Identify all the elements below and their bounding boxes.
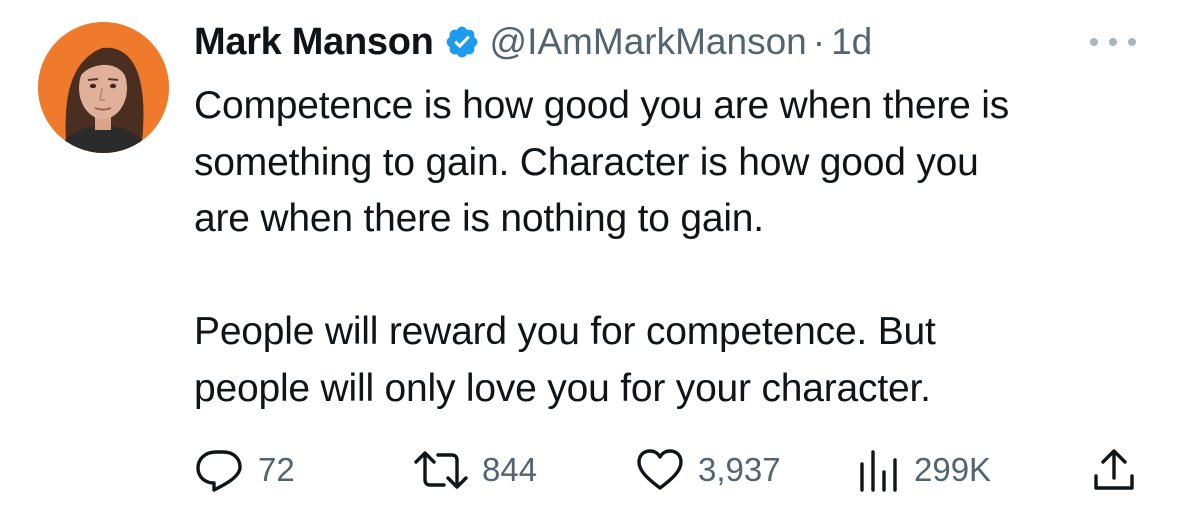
tweet-text-line: something to gain. Character is how good… <box>194 140 979 184</box>
verified-badge-icon[interactable] <box>444 24 480 60</box>
views-icon <box>860 450 897 492</box>
retweet-button[interactable]: 844 <box>412 446 537 494</box>
more-dot <box>1090 38 1098 46</box>
share-button[interactable] <box>1090 446 1138 494</box>
tweet-text-line: Competence is how good you are when ther… <box>194 84 1010 127</box>
tweet-text-line: are when there is nothing to gain. <box>194 197 764 240</box>
tweet-text-line: people will only love you for your chara… <box>194 366 931 410</box>
more-dot <box>1109 38 1117 46</box>
retweet-count: 844 <box>482 451 538 488</box>
reply-count: 72 <box>258 451 295 488</box>
like-button[interactable]: 3,937 <box>634 446 781 494</box>
reply-icon <box>196 450 242 492</box>
author-name[interactable]: Mark Manson <box>194 21 434 64</box>
like-icon <box>637 449 683 490</box>
avatar-image <box>38 22 169 153</box>
views-button[interactable]: 299K <box>854 446 991 494</box>
reply-button[interactable]: 72 <box>194 446 295 494</box>
author-handle[interactable]: @IAmMarkManson <box>490 21 807 63</box>
tweet-timestamp[interactable]: 1d <box>831 21 872 63</box>
share-icon <box>1094 449 1134 490</box>
tweet-actions: 72 844 3,937 299K <box>194 446 1144 494</box>
tweet[interactable]: Mark Manson @IAmMarkManson · 1d Competen… <box>0 0 1179 517</box>
avatar[interactable] <box>38 22 169 153</box>
like-count: 3,937 <box>698 451 781 488</box>
retweet-icon <box>414 451 468 489</box>
separator-dot: · <box>812 21 826 62</box>
more-dot <box>1128 38 1136 46</box>
tweet-text: Competence is how good you are when ther… <box>194 78 1154 417</box>
more-icon[interactable] <box>1090 32 1136 52</box>
tweet-text-line: People will reward you for competence. B… <box>194 310 936 353</box>
tweet-header: Mark Manson @IAmMarkManson · 1d <box>194 16 872 68</box>
views-count: 299K <box>914 451 992 488</box>
